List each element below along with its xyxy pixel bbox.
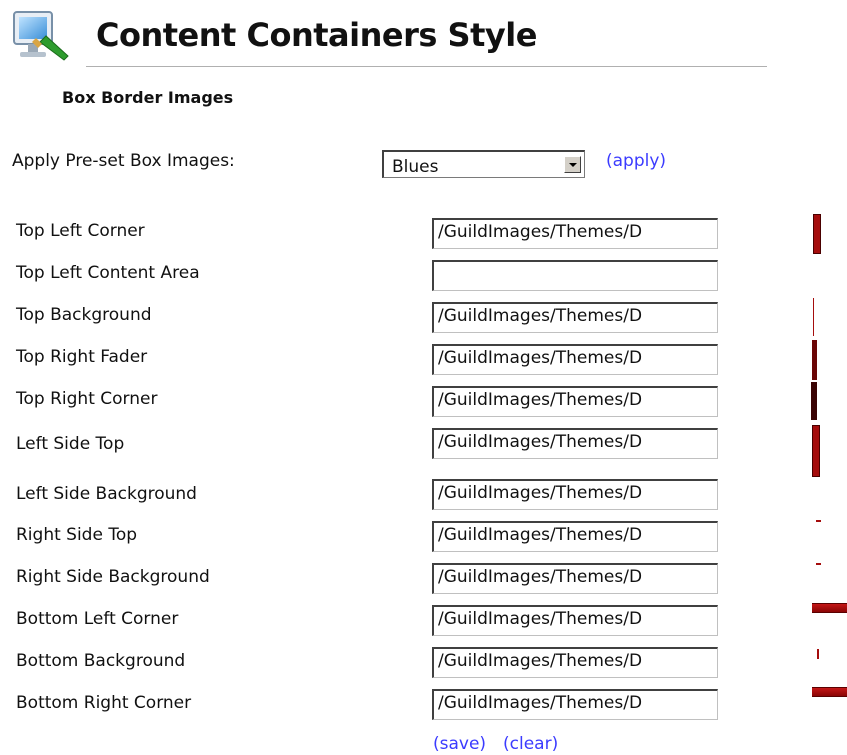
input-bottom-right-corner[interactable]: /GuildImages/Themes/D (432, 689, 718, 720)
label-right-side-background: Right Side Background (16, 567, 210, 587)
input-left-side-background[interactable]: /GuildImages/Themes/D (432, 479, 718, 510)
title-divider (86, 66, 767, 67)
preview-right-side-background (816, 563, 821, 565)
preset-label: Apply Pre-set Box Images: (12, 151, 235, 171)
label-top-left-corner: Top Left Corner (16, 221, 145, 241)
input-right-side-background[interactable]: /GuildImages/Themes/D (432, 563, 718, 594)
preview-right-side-top (816, 520, 821, 522)
section-heading: Box Border Images (62, 88, 234, 107)
label-bottom-left-corner: Bottom Left Corner (16, 609, 179, 629)
chevron-down-icon[interactable] (564, 156, 581, 173)
input-left-side-top[interactable]: /GuildImages/Themes/D (432, 428, 718, 459)
input-bottom-background[interactable]: /GuildImages/Themes/D (432, 647, 718, 678)
input-top-left-corner[interactable]: /GuildImages/Themes/D (432, 218, 718, 249)
input-top-left-content-area[interactable] (432, 260, 718, 291)
save-link[interactable]: (save) (433, 734, 486, 754)
label-bottom-background: Bottom Background (16, 651, 186, 671)
label-top-left-content-area: Top Left Content Area (16, 263, 200, 283)
label-top-background: Top Background (16, 305, 152, 325)
preview-top-left-corner (813, 214, 821, 254)
label-bottom-right-corner: Bottom Right Corner (16, 693, 192, 713)
input-bottom-left-corner[interactable]: /GuildImages/Themes/D (432, 605, 718, 636)
monitor-brush-icon (10, 8, 78, 68)
input-top-right-fader[interactable]: /GuildImages/Themes/D (432, 344, 718, 375)
preview-top-background (813, 298, 814, 336)
label-left-side-top: Left Side Top (16, 434, 125, 454)
preview-top-right-fader (812, 340, 817, 380)
label-top-right-corner: Top Right Corner (16, 389, 158, 409)
label-top-right-fader: Top Right Fader (16, 347, 148, 367)
label-left-side-background: Left Side Background (16, 484, 197, 504)
input-top-right-corner[interactable]: /GuildImages/Themes/D (432, 386, 718, 417)
apply-link[interactable]: (apply) (606, 151, 666, 171)
preview-bottom-left-corner (812, 603, 847, 613)
label-right-side-top: Right Side Top (16, 525, 138, 545)
preview-bottom-right-corner (812, 687, 847, 697)
input-top-background[interactable]: /GuildImages/Themes/D (432, 302, 718, 333)
preset-selected-value: Blues (392, 157, 439, 177)
preview-bottom-background (817, 649, 819, 659)
clear-link[interactable]: (clear) (503, 734, 558, 754)
preset-select[interactable]: Blues (382, 150, 585, 178)
input-right-side-top[interactable]: /GuildImages/Themes/D (432, 521, 718, 552)
preview-top-right-corner (811, 382, 817, 420)
page-title: Content Containers Style (96, 16, 537, 54)
preview-left-side-top (812, 425, 820, 477)
